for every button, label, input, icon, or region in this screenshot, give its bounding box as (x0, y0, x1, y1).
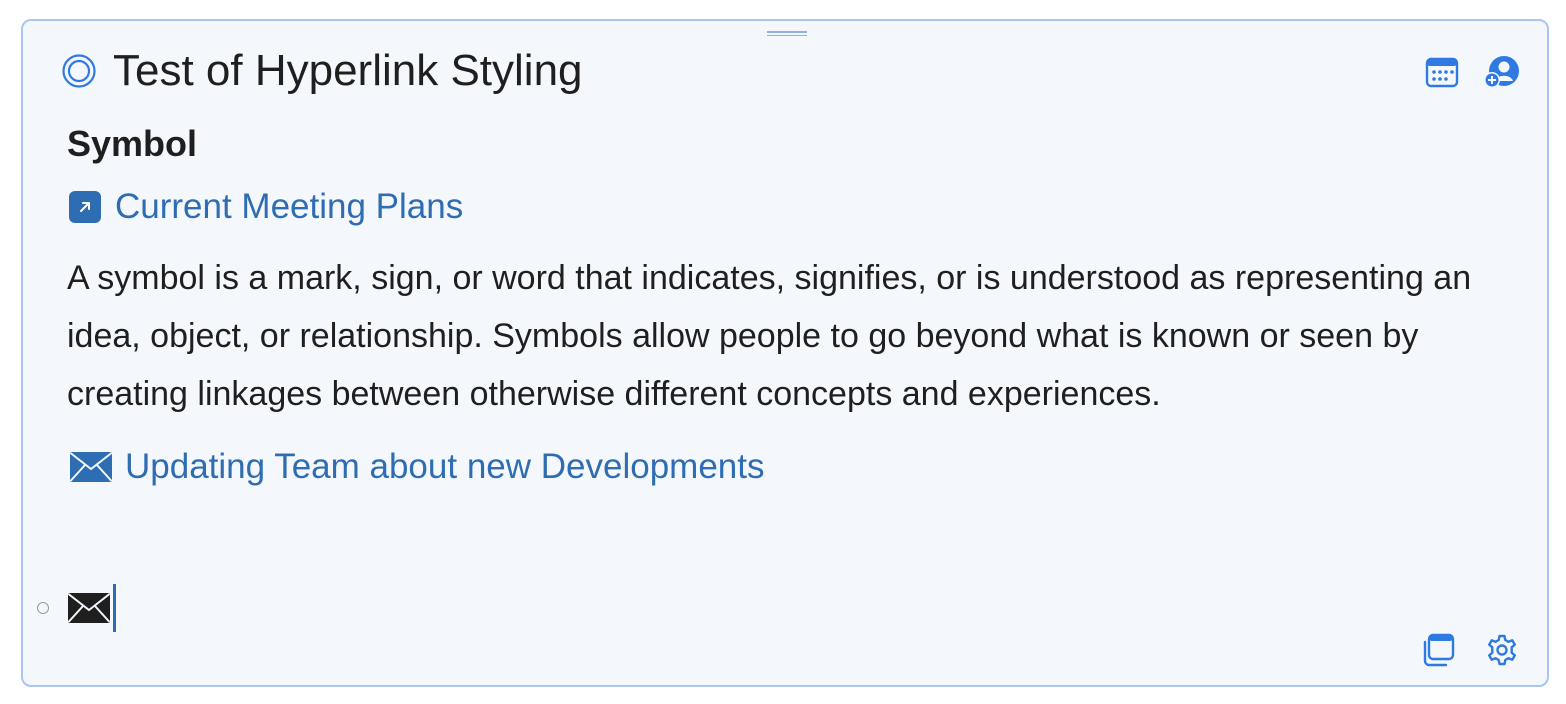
meeting-plans-link-label[interactable]: Current Meeting Plans (115, 185, 463, 229)
status-circle-icon[interactable] (61, 53, 97, 89)
copy-icon (1423, 633, 1455, 667)
text-caret (113, 584, 116, 632)
settings-button[interactable] (1483, 631, 1521, 669)
copy-button[interactable] (1419, 631, 1457, 669)
top-actions (1401, 53, 1521, 91)
note-card: Test of Hyperlink Styling Symbol Current… (21, 19, 1549, 687)
envelope-icon (67, 593, 111, 623)
add-person-button[interactable] (1483, 53, 1521, 91)
arrow-up-right-box-icon (69, 191, 101, 223)
gear-icon (1488, 634, 1516, 666)
new-row[interactable] (37, 583, 116, 633)
meeting-plans-link[interactable]: Current Meeting Plans (69, 185, 463, 229)
envelope-icon (69, 452, 113, 482)
email-link[interactable]: Updating Team about new Developments (69, 445, 764, 489)
calendar-button[interactable] (1423, 53, 1461, 91)
add-person-icon (1484, 56, 1519, 88)
section-heading: Symbol (67, 123, 198, 164)
email-link-label[interactable]: Updating Team about new Developments (125, 445, 764, 489)
title-row: Test of Hyperlink Styling (61, 45, 583, 97)
drag-handle[interactable] (767, 31, 807, 36)
body-paragraph: A symbol is a mark, sign, or word that i… (67, 259, 1472, 413)
bottom-actions (1393, 631, 1521, 669)
calendar-icon (1425, 57, 1459, 88)
row-bullet-icon[interactable] (37, 602, 49, 614)
note-title[interactable]: Test of Hyperlink Styling (113, 45, 583, 97)
